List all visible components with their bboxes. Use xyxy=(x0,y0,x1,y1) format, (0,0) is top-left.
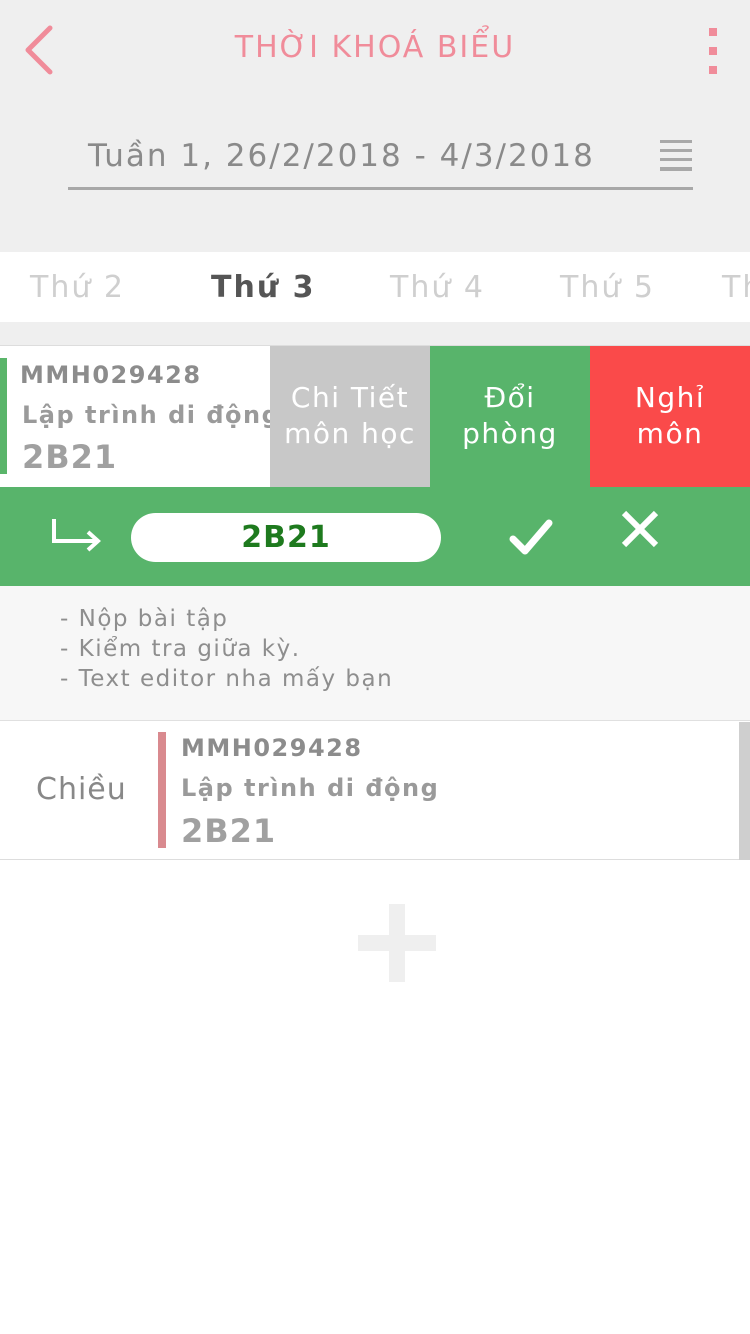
week-selector[interactable]: Tuần 1, 26/2/2018 - 4/3/2018 xyxy=(68,130,693,190)
subject-detail-label-2: môn học xyxy=(284,417,416,450)
note-line: - Kiểm tra giữa kỳ. xyxy=(60,636,301,662)
swipe-handle[interactable] xyxy=(739,722,750,860)
tab-thu-6[interactable]: Th xyxy=(722,270,750,305)
lesson-code: MMH029428 xyxy=(20,361,202,389)
cancel-class-button[interactable]: Nghỉ môn xyxy=(590,346,750,487)
cancel-class-label-1: Nghỉ xyxy=(634,381,706,414)
lesson-card[interactable]: MMH029428 Lập trình di động 2B21 Chi Tiế… xyxy=(0,345,750,487)
list-icon[interactable] xyxy=(658,138,694,174)
afternoon-lesson-card[interactable]: Chiều MMH029428 Lập trình di động 2B21 xyxy=(0,722,750,860)
change-room-button[interactable]: Đổi phòng xyxy=(430,346,590,487)
tab-thu-4[interactable]: Thứ 4 xyxy=(390,270,485,305)
week-label: Tuần 1, 26/2/2018 - 4/3/2018 xyxy=(88,138,595,174)
more-menu-button[interactable] xyxy=(696,24,730,78)
tab-thu-5[interactable]: Thứ 5 xyxy=(560,270,655,305)
lesson-color-bar xyxy=(158,732,166,848)
page-title: THỜI KHOÁ BIỂU xyxy=(234,30,516,65)
lesson-room: 2B21 xyxy=(22,438,118,476)
note-line: - Text editor nha mấy bạn xyxy=(60,666,394,692)
header: THỜI KHOÁ BIỂU Tuần 1, 26/2/2018 - 4/3/2… xyxy=(0,0,750,252)
add-lesson-button[interactable] xyxy=(356,902,438,984)
return-arrow-icon xyxy=(52,519,101,552)
cancel-class-label-2: môn xyxy=(636,417,704,450)
close-icon[interactable] xyxy=(620,509,660,549)
subject-detail-button[interactable]: Chi Tiết môn học xyxy=(270,346,430,487)
lesson-code: MMH029428 xyxy=(181,734,363,762)
separator xyxy=(0,322,750,345)
session-label: Chiều xyxy=(36,772,127,807)
lesson-color-bar xyxy=(0,358,7,474)
lesson-subject: Lập trình di động xyxy=(181,774,440,802)
tab-thu-3[interactable]: Thứ 3 xyxy=(211,270,316,305)
day-tabs: Thứ 2 Thứ 3 Thứ 4 Thứ 5 Th xyxy=(0,252,750,322)
more-vertical-icon xyxy=(709,28,717,74)
room-edit-bar xyxy=(0,487,750,586)
subject-detail-label-1: Chi Tiết xyxy=(290,381,410,414)
checkmark-icon[interactable] xyxy=(508,513,554,559)
change-room-label-2: phòng xyxy=(462,417,558,450)
lesson-subject: Lập trình di động xyxy=(22,401,281,429)
tab-thu-2[interactable]: Thứ 2 xyxy=(30,270,125,305)
room-input[interactable] xyxy=(131,513,441,562)
change-room-label-1: Đổi xyxy=(484,381,536,414)
note-line: - Nộp bài tập xyxy=(60,606,229,632)
lesson-notes: - Nộp bài tập - Kiểm tra giữa kỳ. - Text… xyxy=(0,586,750,721)
plus-icon xyxy=(358,904,436,982)
lesson-room: 2B21 xyxy=(181,812,277,850)
